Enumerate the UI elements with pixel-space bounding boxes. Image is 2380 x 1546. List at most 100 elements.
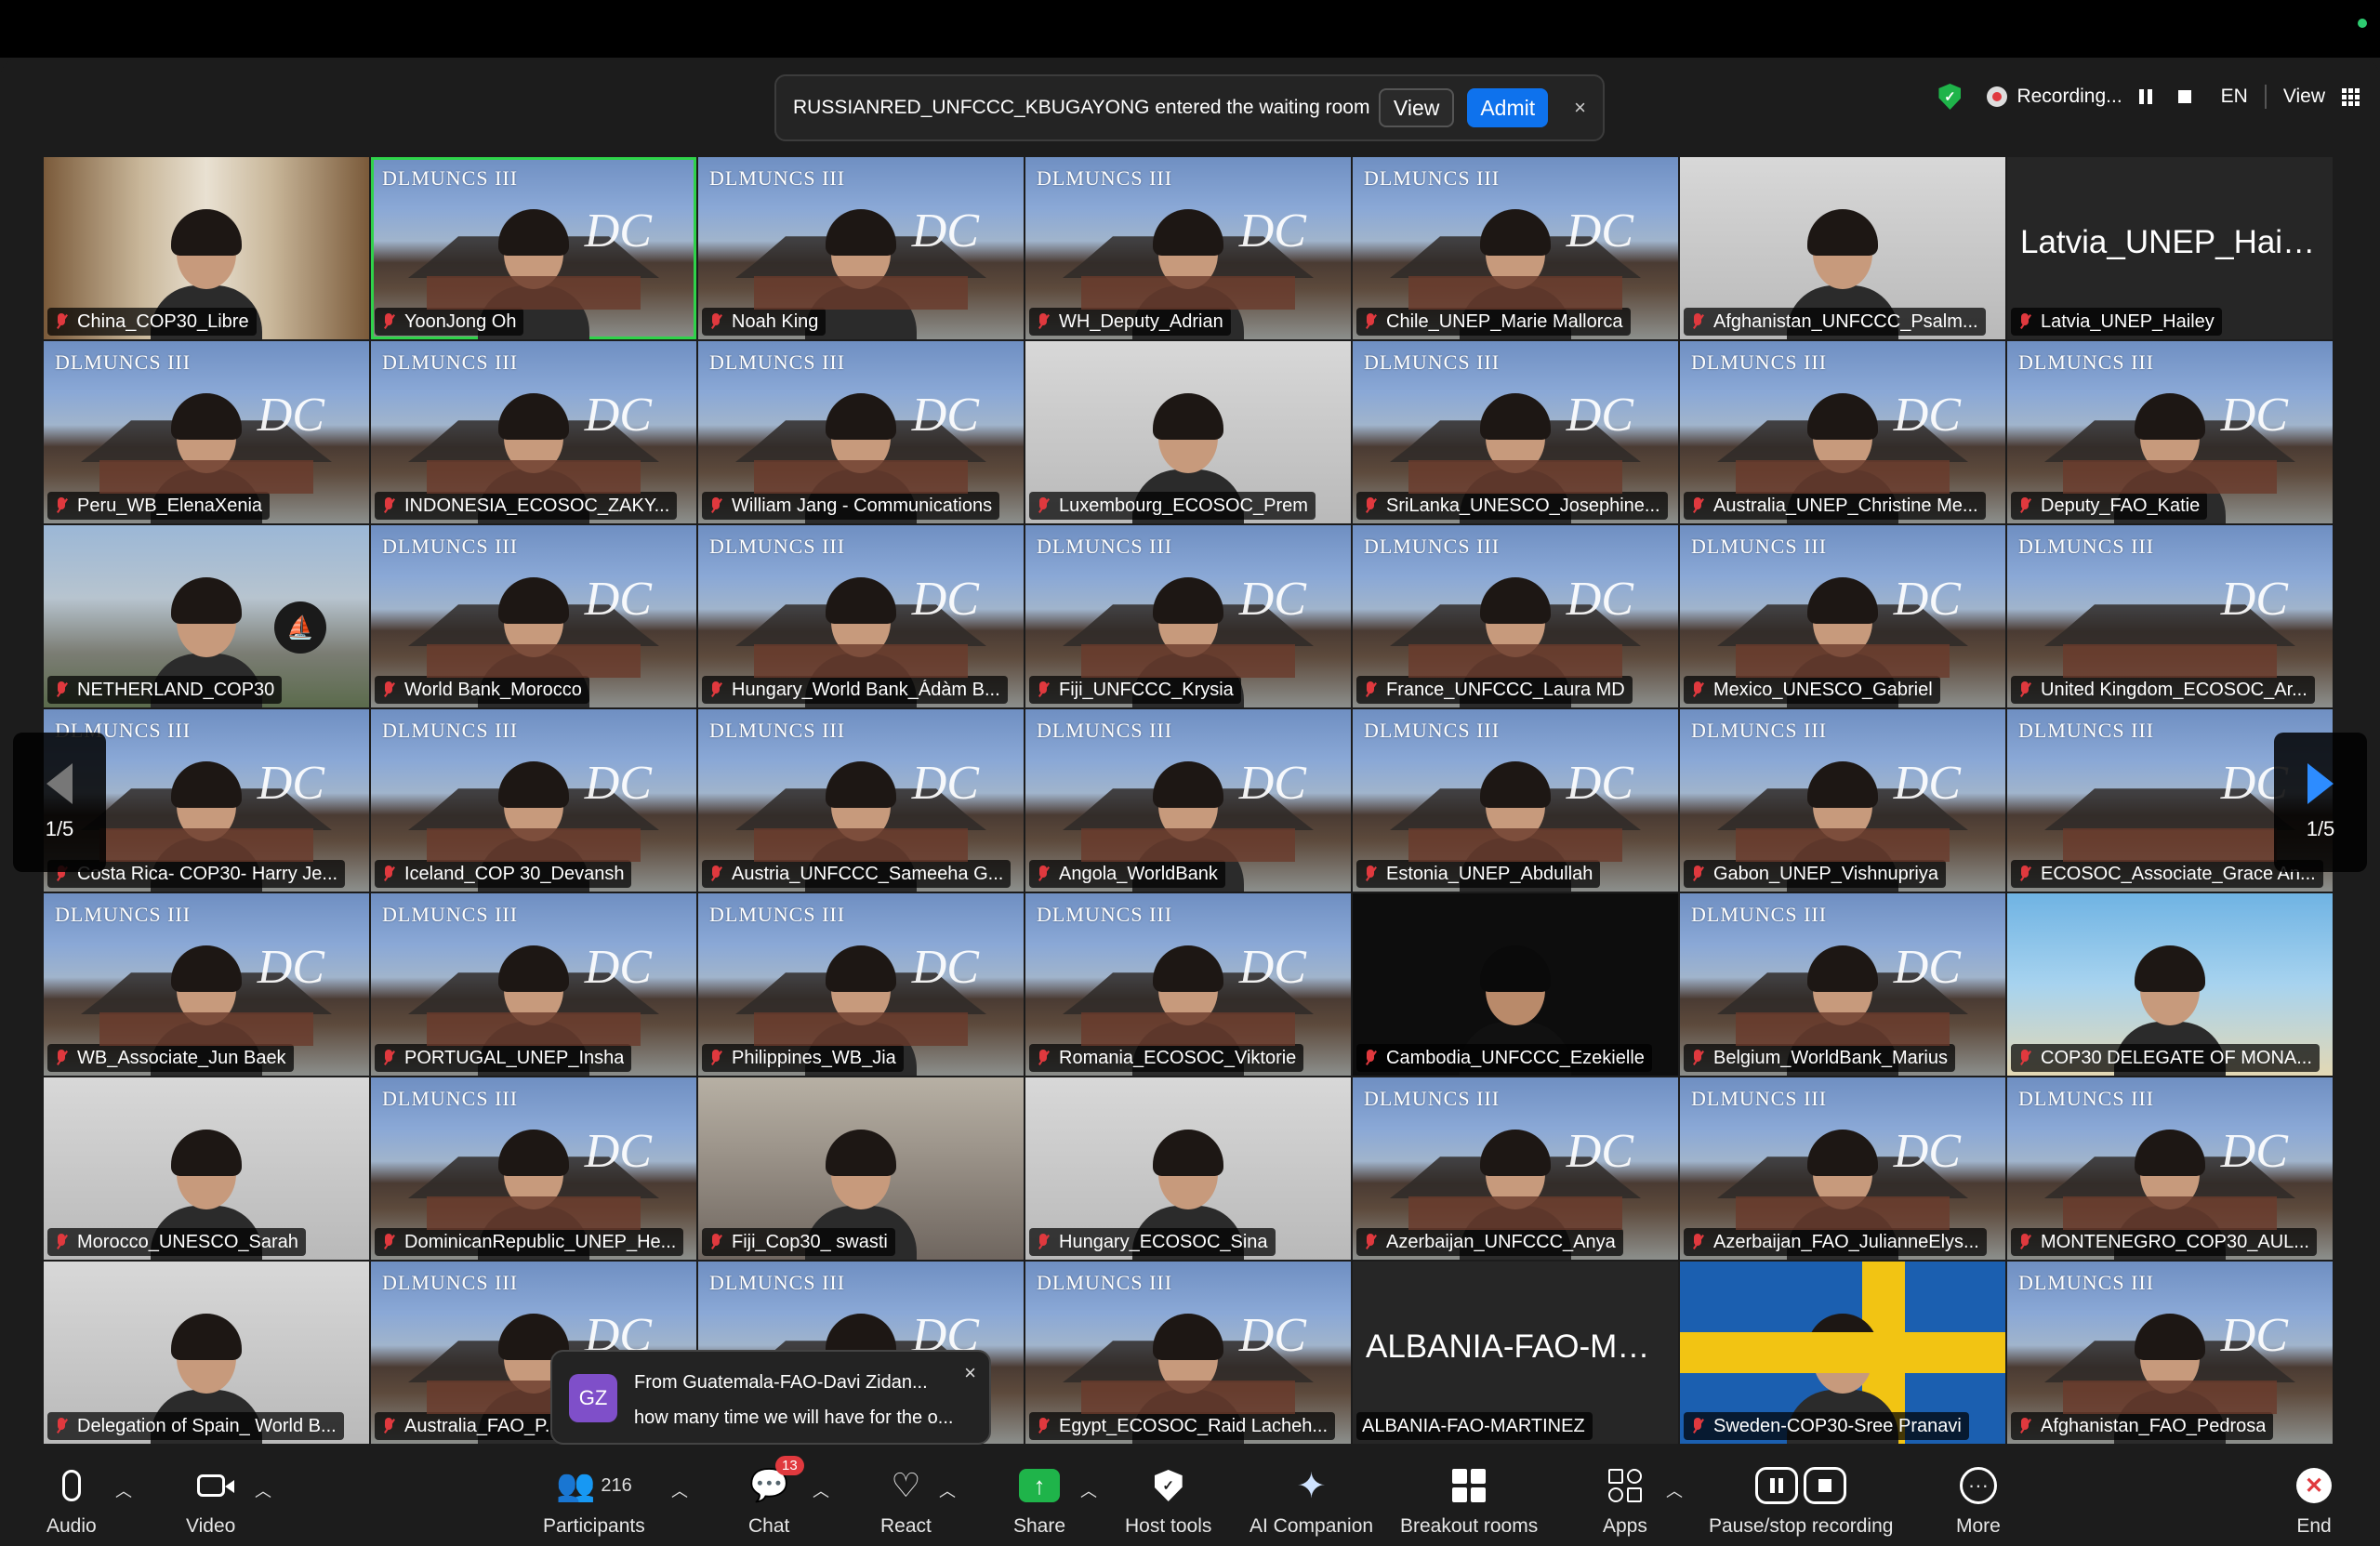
participants-options-chevron-icon[interactable]: ︿ bbox=[671, 1478, 688, 1502]
gallery-view-icon[interactable] bbox=[2342, 87, 2360, 106]
participant-tile[interactable]: DLMUNCS III DC Austria_UNFCCC_Sameeha G... bbox=[698, 709, 1024, 892]
participant-tile[interactable]: DLMUNCS III DC World Bank_Morocco bbox=[371, 525, 696, 707]
virtual-background-brand: DLMUNCS III bbox=[1364, 166, 1501, 190]
muted-mic-icon bbox=[1362, 681, 1379, 699]
virtual-background-brand: DLMUNCS III bbox=[709, 719, 846, 742]
participant-tile[interactable]: DLMUNCS III DC Egypt_ECOSOC_Raid Lacheh... bbox=[1025, 1262, 1351, 1444]
apps-button[interactable]: Apps bbox=[1603, 1463, 1647, 1538]
share-button[interactable]: ↑ Share bbox=[1013, 1463, 1065, 1538]
language-selector[interactable]: EN bbox=[2221, 86, 2248, 108]
participant-tile[interactable]: COP30 DELEGATE OF MONA... bbox=[2007, 893, 2333, 1076]
end-meeting-button[interactable]: ✕ End bbox=[2296, 1463, 2332, 1538]
participant-tile[interactable]: Luxembourg_ECOSOC_Prem bbox=[1025, 341, 1351, 523]
participant-tile[interactable]: Cambodia_UNFCCC_Ezekielle bbox=[1353, 893, 1678, 1076]
participant-tile[interactable]: DLMUNCS III DC Peru_WB_ElenaXenia bbox=[44, 341, 369, 523]
participant-tile[interactable]: DLMUNCS III DC SriLanka_UNESCO_Josephine..… bbox=[1353, 341, 1678, 523]
view-menu-button[interactable]: View bbox=[2283, 86, 2325, 108]
participant-tile[interactable]: DLMUNCS III DC Azerbaijan_UNFCCC_Anya bbox=[1353, 1077, 1678, 1260]
virtual-background-brand: DLMUNCS III bbox=[382, 903, 519, 926]
participant-tile[interactable]: Morocco_UNESCO_Sarah bbox=[44, 1077, 369, 1260]
pause-recording-icon[interactable] bbox=[2138, 89, 2152, 104]
more-button[interactable]: ··· More bbox=[1956, 1463, 2001, 1538]
chat-message-toast[interactable]: GZ From Guatemala-FAO-Davi Zidan... how … bbox=[550, 1350, 991, 1445]
virtual-background-brand: DLMUNCS III bbox=[1037, 166, 1173, 190]
muted-mic-icon bbox=[2016, 1049, 2033, 1067]
participant-tile[interactable]: DLMUNCS III DC Noah King bbox=[698, 157, 1024, 339]
participant-tile[interactable]: Latvia_UNEP_Hailey Latvia_UNEP_Hailey bbox=[2007, 157, 2333, 339]
participant-tile[interactable]: ALBANIA-FAO-MA... ALBANIA-FAO-MARTINEZ bbox=[1353, 1262, 1678, 1444]
virtual-background-brand: DLMUNCS III bbox=[2018, 535, 2155, 558]
participant-tile[interactable]: DLMUNCS III DC Philippines_WB_Jia bbox=[698, 893, 1024, 1076]
chat-button[interactable]: 💬 13 Chat bbox=[748, 1456, 804, 1538]
participant-tile[interactable]: DLMUNCS III DC Chile_UNEP_Marie Mallorca bbox=[1353, 157, 1678, 339]
host-tools-shield-icon: ✓ bbox=[1154, 1470, 1183, 1501]
participant-tile[interactable]: DLMUNCS III DC INDONESIA_ECOSOC_ZAKY... bbox=[371, 341, 696, 523]
participant-tile[interactable]: DLMUNCS III DC United Kingdom_ECOSOC_Ar... bbox=[2007, 525, 2333, 707]
participant-display-name: ALBANIA-FAO-MA... bbox=[1366, 1328, 1666, 1365]
participant-tile[interactable]: DLMUNCS III DC DominicanRepublic_UNEP_He..… bbox=[371, 1077, 696, 1260]
stop-recording-icon[interactable] bbox=[2177, 90, 2191, 103]
participant-name: Afghanistan_UNFCCC_Psalm... bbox=[1713, 311, 1978, 332]
breakout-rooms-button[interactable]: Breakout rooms bbox=[1400, 1463, 1538, 1538]
participant-tile[interactable]: Afghanistan_UNFCCC_Psalm... bbox=[1680, 157, 2005, 339]
participant-tile[interactable]: DLMUNCS III DC William Jang - Communicatio… bbox=[698, 341, 1024, 523]
participant-tile[interactable]: DLMUNCS III DC Australia_UNEP_Christine Me… bbox=[1680, 341, 2005, 523]
previous-page-button[interactable]: 1/5 bbox=[13, 733, 106, 872]
chat-options-chevron-icon[interactable]: ︿ bbox=[813, 1478, 829, 1502]
apps-options-chevron-icon[interactable]: ︿ bbox=[1666, 1478, 1683, 1502]
participant-name-label: Sweden-COP30-Sree Pranavi bbox=[1684, 1412, 1969, 1440]
participant-tile[interactable]: DLMUNCS III DC Estonia_UNEP_Abdullah bbox=[1353, 709, 1678, 892]
participant-tile[interactable]: DLMUNCS III DC WH_Deputy_Adrian bbox=[1025, 157, 1351, 339]
audio-button[interactable]: Audio bbox=[46, 1463, 97, 1538]
close-toast-icon[interactable]: × bbox=[964, 1361, 976, 1385]
view-waiting-room-button[interactable]: View bbox=[1378, 88, 1455, 127]
react-options-chevron-icon[interactable]: ︿ bbox=[939, 1478, 956, 1502]
participant-tile[interactable]: DLMUNCS III DC Fiji_UNFCCC_Krysia bbox=[1025, 525, 1351, 707]
participant-tile[interactable]: DLMUNCS III DC Gabon_UNEP_Vishnupriya bbox=[1680, 709, 2005, 892]
participant-tile[interactable]: ⛵ NETHERLAND_COP30 bbox=[44, 525, 369, 707]
participant-tile[interactable]: DLMUNCS III DC WB_Associate_Jun Baek bbox=[44, 893, 369, 1076]
audio-options-chevron-icon[interactable]: ︿ bbox=[115, 1478, 132, 1502]
muted-mic-icon bbox=[1689, 496, 1706, 515]
close-notification-icon[interactable]: × bbox=[1574, 96, 1586, 120]
muted-mic-icon bbox=[1689, 1233, 1706, 1251]
participant-name: Fiji_Cop30_ swasti bbox=[732, 1231, 888, 1252]
muted-mic-icon bbox=[2016, 312, 2033, 331]
dc-logo-icon: DC bbox=[1566, 757, 1633, 810]
participant-tile[interactable]: DLMUNCS III DC YoonJong Oh bbox=[371, 157, 696, 339]
participant-tile[interactable]: DLMUNCS III DC Afghanistan_FAO_Pedrosa bbox=[2007, 1262, 2333, 1444]
participant-tile[interactable]: DLMUNCS III DC PORTUGAL_UNEP_Insha bbox=[371, 893, 696, 1076]
encryption-shield-icon[interactable]: ✓ bbox=[1938, 84, 1962, 110]
dc-logo-icon: DC bbox=[1893, 941, 1961, 994]
participant-tile[interactable]: DLMUNCS III DC France_UNFCCC_Laura MD bbox=[1353, 525, 1678, 707]
chevron-right-icon bbox=[2307, 763, 2334, 804]
dc-logo-icon: DC bbox=[257, 757, 324, 810]
participant-tile[interactable]: DLMUNCS III DC Azerbaijan_FAO_JulianneElys… bbox=[1680, 1077, 2005, 1260]
share-options-chevron-icon[interactable]: ︿ bbox=[1080, 1478, 1097, 1502]
participant-tile[interactable]: DLMUNCS III DC Romania_ECOSOC_Viktorie bbox=[1025, 893, 1351, 1076]
host-tools-button[interactable]: ✓ Host tools bbox=[1125, 1463, 1211, 1538]
heart-icon: ♡ bbox=[891, 1466, 921, 1504]
participant-name: Afghanistan_FAO_Pedrosa bbox=[2041, 1415, 2267, 1436]
next-page-button[interactable]: 1/5 bbox=[2274, 733, 2367, 872]
participants-button[interactable]: 👥 216 Participants bbox=[543, 1463, 645, 1538]
react-button[interactable]: ♡ React bbox=[880, 1463, 932, 1538]
participant-tile[interactable]: DLMUNCS III DC MONTENEGRO_COP30_AUL... bbox=[2007, 1077, 2333, 1260]
participant-tile[interactable]: DLMUNCS III DC Belgium_WorldBank_Marius bbox=[1680, 893, 2005, 1076]
participant-tile[interactable]: DLMUNCS III DC Iceland_COP 30_Devansh bbox=[371, 709, 696, 892]
participant-tile[interactable]: China_COP30_Libre bbox=[44, 157, 369, 339]
muted-mic-icon bbox=[380, 312, 397, 331]
participant-tile[interactable]: Hungary_ECOSOC_Sina bbox=[1025, 1077, 1351, 1260]
video-options-chevron-icon[interactable]: ︿ bbox=[255, 1478, 271, 1502]
participant-tile[interactable]: Fiji_Cop30_ swasti bbox=[698, 1077, 1024, 1260]
participant-tile[interactable]: DLMUNCS III DC Mexico_UNESCO_Gabriel bbox=[1680, 525, 2005, 707]
participant-tile[interactable]: DLMUNCS III DC Deputy_FAO_Katie bbox=[2007, 341, 2333, 523]
participant-tile[interactable]: Delegation of Spain_ World B... bbox=[44, 1262, 369, 1444]
participant-tile[interactable]: DLMUNCS III DC Angola_WorldBank bbox=[1025, 709, 1351, 892]
pause-stop-recording-button[interactable]: Pause/stop recording bbox=[1709, 1463, 1893, 1538]
video-button[interactable]: Video bbox=[186, 1463, 235, 1538]
admit-button[interactable]: Admit bbox=[1467, 88, 1549, 127]
participant-tile[interactable]: Sweden-COP30-Sree Pranavi bbox=[1680, 1262, 2005, 1444]
participant-tile[interactable]: DLMUNCS III DC Hungary_World Bank_Ádàm B..… bbox=[698, 525, 1024, 707]
ai-companion-button[interactable]: ✦ AI Companion bbox=[1250, 1463, 1373, 1538]
